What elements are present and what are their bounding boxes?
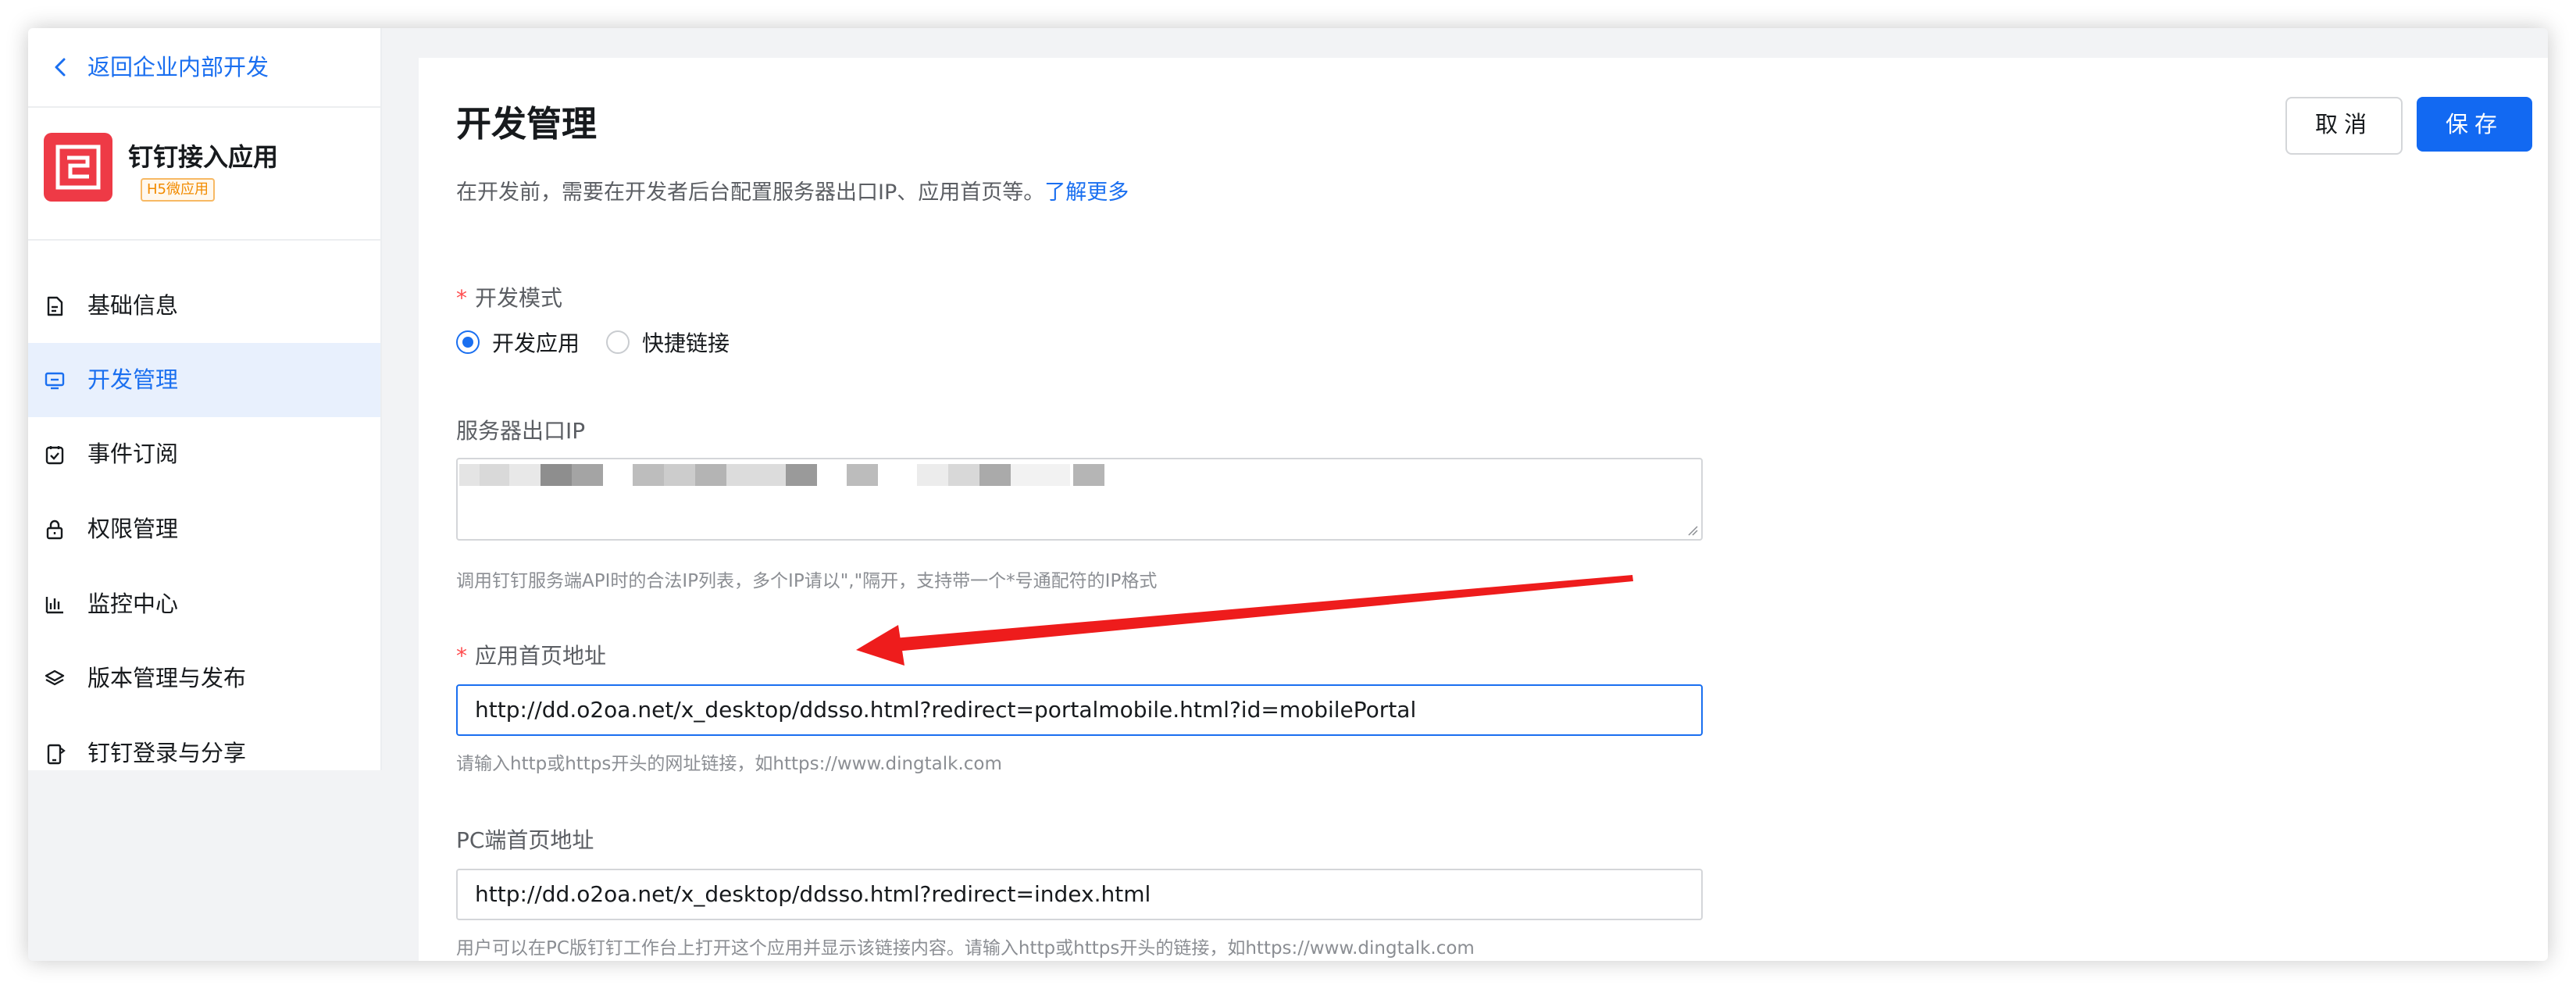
sidebar-item-label: 权限管理 [87, 516, 179, 542]
lock-icon [46, 519, 63, 540]
phone-share-icon [47, 744, 66, 765]
pc-homepage-label: PC端首页地址 [456, 827, 594, 853]
radio-dev-app-label[interactable]: 开发应用 [492, 327, 580, 358]
cancel-button[interactable]: 取消 [2285, 97, 2403, 155]
intro-text-row: 在开发前，需要在开发者后台配置服务器出口IP、应用首页等。了解更多 [456, 175, 1129, 205]
dev-mode-label-row: * 开发模式 [456, 281, 562, 312]
learn-more-link[interactable]: 了解更多 [1044, 180, 1129, 205]
required-star: * [456, 643, 467, 669]
radio-quick-link[interactable] [606, 330, 630, 354]
homepage-label-row: * 应用首页地址 [456, 639, 606, 670]
homepage-label: 应用首页地址 [475, 643, 607, 669]
main-panel: 开发管理 取消 保存 在开发前，需要在开发者后台配置服务器出口IP、应用首页等。… [419, 58, 2548, 961]
sidebar: 返回企业内部开发 钉钉接入应用 H5微应用 基础信息 开发管理 事件订阅 权限管… [28, 28, 382, 770]
layers-icon [45, 669, 65, 686]
sidebar-item-monitoring[interactable]: 监控中心 [28, 567, 380, 641]
page-title: 开发管理 [456, 103, 598, 145]
radio-quick-link-label[interactable]: 快捷链接 [642, 327, 730, 358]
monitor-icon [45, 372, 65, 390]
sidebar-item-event-subscription[interactable]: 事件订阅 [28, 417, 380, 491]
bar-chart-icon [45, 597, 63, 614]
calendar-check-icon [45, 446, 64, 465]
app-header: 钉钉接入应用 H5微应用 [28, 106, 380, 241]
sidebar-item-label: 事件订阅 [87, 441, 179, 467]
server-ip-label: 服务器出口IP [456, 418, 586, 444]
server-ip-hint: 调用钉钉服务端API时的合法IP列表，多个IP请以","隔开，支持带一个*号通配… [456, 571, 1158, 591]
pc-homepage-hint: 用户可以在PC版钉钉工作台上打开这个应用并显示该链接内容。请输入http或htt… [456, 938, 1475, 959]
chevron-left-icon [55, 58, 66, 77]
dev-mode-label: 开发模式 [475, 285, 563, 311]
server-ip-textarea[interactable] [456, 458, 1703, 541]
sidebar-item-label: 版本管理与发布 [87, 665, 247, 691]
dingtalk-app-icon [55, 145, 101, 190]
pc-homepage-url-input[interactable]: http://dd.o2oa.net/x_desktop/ddsso.html?… [456, 869, 1703, 920]
document-icon [47, 296, 63, 316]
homepage-hint: 请输入http或https开头的网址链接，如https://www.dingta… [456, 754, 1002, 774]
sidebar-item-dev-management[interactable]: 开发管理 [28, 343, 380, 417]
sidebar-item-basic-info[interactable]: 基础信息 [28, 269, 380, 343]
sidebar-item-label: 开发管理 [87, 366, 179, 393]
back-link-label: 返回企业内部开发 [87, 54, 269, 80]
dev-mode-radio-group: 开发应用 快捷链接 [456, 327, 756, 358]
homepage-url-input[interactable]: http://dd.o2oa.net/x_desktop/ddsso.html?… [456, 684, 1703, 736]
required-star: * [456, 285, 467, 311]
sidebar-item-label: 基础信息 [87, 292, 179, 319]
app-name: 钉钉接入应用 [128, 142, 279, 172]
radio-dev-app[interactable] [456, 330, 480, 354]
sidebar-item-version-release[interactable]: 版本管理与发布 [28, 641, 380, 716]
back-link[interactable]: 返回企业内部开发 [28, 28, 380, 108]
app-type-badge: H5微应用 [141, 178, 215, 202]
sidebar-item-label: 钉钉登录与分享 [87, 740, 247, 766]
sidebar-item-permissions[interactable]: 权限管理 [28, 492, 380, 566]
intro-text: 在开发前，需要在开发者后台配置服务器出口IP、应用首页等。 [456, 180, 1045, 205]
sidebar-item-label: 监控中心 [87, 591, 179, 617]
app-window: 返回企业内部开发 钉钉接入应用 H5微应用 基础信息 开发管理 事件订阅 权限管… [28, 28, 2548, 961]
save-button[interactable]: 保存 [2417, 97, 2532, 152]
app-logo [44, 133, 112, 202]
resize-handle-icon[interactable] [1686, 523, 1698, 536]
sidebar-item-login-share[interactable]: 钉钉登录与分享 [28, 716, 380, 791]
